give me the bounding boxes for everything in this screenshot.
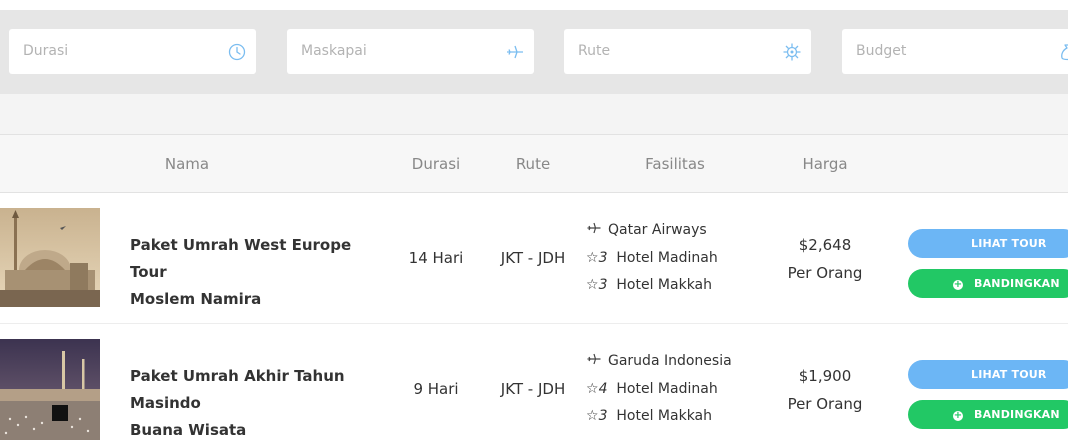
hotel-makkah-line: ☆3 Hotel Makkah [586,403,732,431]
compare-button[interactable]: + BANDINGKAN [908,269,1068,298]
airplane-icon [587,353,601,365]
tour-name-line1: Paket Umrah West Europe Tour [130,236,352,281]
header-nama: Nama [164,155,210,173]
clock-icon [228,43,246,61]
price-value: $1,900 [798,367,852,385]
plus-icon: + [953,279,963,290]
hotel-makkah-line: ☆3 Hotel Makkah [586,272,718,300]
budget-filter[interactable]: Budget [842,29,1068,74]
money-bag-icon [1061,44,1068,61]
compare-button[interactable]: + BANDINGKAN [908,400,1068,429]
airplane-icon [587,222,601,234]
header-harga: Harga [802,155,848,173]
spacer-band [0,94,1068,134]
compass-icon [783,43,801,61]
rute-placeholder: Rute [578,43,611,59]
tour-name[interactable]: Paket Umrah Akhir Tahun Masindo Buana Wi… [130,363,390,440]
star-icon: ☆ [586,408,599,424]
view-tour-button[interactable]: LIHAT TOUR [908,360,1068,389]
airline-name: Garuda Indonesia [608,353,732,369]
price-value: $2,648 [798,236,852,254]
hotel-makkah-stars: 3 [598,277,608,293]
hotel-makkah-label: Hotel Makkah [616,408,713,424]
airline-line: Qatar Airways [586,217,718,245]
plane-icon [507,45,523,59]
tour-duration: 14 Hari [408,249,464,267]
hotel-makkah-stars: 3 [598,408,608,424]
tour-name-line1: Paket Umrah Akhir Tahun Masindo [130,367,345,412]
tour-duration: 9 Hari [413,380,459,398]
price-unit: Per Orang [787,395,863,413]
filter-bar: Durasi Maskapai Rute Budget [0,10,1068,94]
airline-line: Garuda Indonesia [586,348,732,376]
tour-price: $1,900 Per Orang [770,362,880,418]
compare-label: BANDINGKAN [974,408,1060,421]
price-unit: Per Orang [787,264,863,282]
tour-price: $2,648 Per Orang [770,231,880,287]
facilities: Garuda Indonesia ☆4 Hotel Madinah ☆3 Hot… [586,348,732,431]
tour-thumbnail-kaaba[interactable] [0,339,100,440]
star-icon: ☆ [586,380,599,397]
tour-name-line2: Moslem Namira [130,290,262,308]
tour-name-line2: Buana Wisata [130,421,247,439]
hotel-madinah-label: Hotel Madinah [616,249,718,266]
tour-route: JKT - JDH [500,380,566,398]
table-row: Paket Umrah West Europe Tour Moslem Nami… [0,193,1068,324]
hotel-madinah-line: ☆4 Hotel Madinah [586,376,732,404]
tour-thumbnail-mosque[interactable] [0,208,100,307]
hotel-madinah-stars: 4 [598,380,608,397]
hotel-madinah-line: ☆3 Hotel Madinah [586,245,718,273]
plus-icon: + [953,410,963,421]
rute-filter[interactable]: Rute [564,29,811,74]
table-row: Paket Umrah Akhir Tahun Masindo Buana Wi… [0,324,1068,440]
hotel-madinah-stars: 3 [598,249,608,266]
hotel-makkah-label: Hotel Makkah [616,277,713,293]
maskapai-filter[interactable]: Maskapai [287,29,534,74]
maskapai-placeholder: Maskapai [301,43,367,59]
view-tour-button[interactable]: LIHAT TOUR [908,229,1068,258]
airline-name: Qatar Airways [608,222,707,238]
tour-name[interactable]: Paket Umrah West Europe Tour Moslem Nami… [130,232,390,313]
header-rute: Rute [515,155,551,173]
durasi-filter[interactable]: Durasi [9,29,256,74]
star-icon: ☆ [586,249,599,266]
table-header: Nama Durasi Rute Fasilitas Harga [0,134,1068,193]
durasi-placeholder: Durasi [23,43,69,59]
top-strip [0,0,1068,10]
hotel-madinah-label: Hotel Madinah [616,380,718,397]
header-durasi: Durasi [411,155,461,173]
facilities: Qatar Airways ☆3 Hotel Madinah ☆3 Hotel … [586,217,718,300]
star-icon: ☆ [586,277,599,293]
header-fasilitas: Fasilitas [645,155,705,173]
tour-route: JKT - JDH [500,249,566,267]
compare-label: BANDINGKAN [974,277,1060,290]
budget-placeholder: Budget [856,43,907,59]
